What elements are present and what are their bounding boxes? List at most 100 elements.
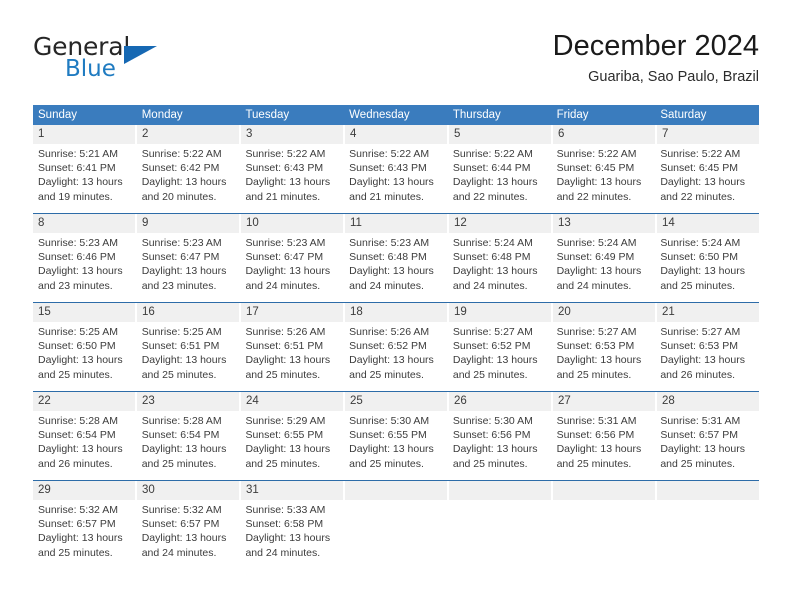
week-detail-row: Sunrise: 5:25 AM Sunset: 6:50 PM Daylight:… <box>33 322 759 391</box>
sunrise-text: Sunrise: 5:24 AM <box>660 237 741 249</box>
sunrise-text: Sunrise: 5:32 AM <box>141 504 222 516</box>
daylight-text-line2: and 24 minutes. <box>452 279 528 292</box>
day-number[interactable]: 10 <box>241 214 345 233</box>
daylight-text-line2: and 22 minutes. <box>556 190 632 203</box>
day-number[interactable]: 1 <box>33 125 137 144</box>
sunset-text: Sunset: 6:48 PM <box>349 251 427 264</box>
day-number[interactable]: 14 <box>657 214 759 233</box>
week-detail-row: Sunrise: 5:32 AM Sunset: 6:57 PM Daylight:… <box>33 500 759 569</box>
daylight-text-line1: Daylight: 13 hours <box>349 443 434 456</box>
day-number[interactable]: 30 <box>137 481 241 500</box>
sunset-text: Sunset: 6:41 PM <box>38 162 116 175</box>
day-number[interactable]: 22 <box>33 392 137 411</box>
day-number[interactable]: 6 <box>553 125 657 144</box>
day-number[interactable]: 25 <box>345 392 449 411</box>
calendar-grid: Sunday Monday Tuesday Wednesday Thursday… <box>33 105 759 569</box>
day-cell: Sunrise: 5:22 AM Sunset: 6:44 PM Daylight:… <box>448 144 552 213</box>
day-number[interactable]: 17 <box>241 303 345 322</box>
daylight-text-line1: Daylight: 13 hours <box>38 443 123 456</box>
day-number[interactable]: 2 <box>137 125 241 144</box>
daylight-text-line1: Daylight: 13 hours <box>556 443 642 456</box>
sunrise-text: Sunrise: 5:31 AM <box>556 415 637 427</box>
day-number[interactable]: 13 <box>553 214 657 233</box>
day-number[interactable]: 31 <box>241 481 345 500</box>
sunrise-text: Sunrise: 5:32 AM <box>38 504 118 516</box>
day-cell: Sunrise: 5:31 AM Sunset: 6:56 PM Daylight:… <box>552 411 656 480</box>
sunset-text: Sunset: 6:50 PM <box>38 340 116 353</box>
day-number[interactable]: 19 <box>449 303 553 322</box>
day-number[interactable]: 23 <box>137 392 241 411</box>
sunset-text: Sunset: 6:55 PM <box>349 429 427 442</box>
location-subtitle: Guariba, Sao Paulo, Brazil <box>588 69 759 85</box>
daylight-text-line1: Daylight: 13 hours <box>452 443 538 456</box>
day-cell: Sunrise: 5:28 AM Sunset: 6:54 PM Daylight:… <box>137 411 241 480</box>
sunrise-text: Sunrise: 5:30 AM <box>452 415 533 427</box>
sunset-text: Sunset: 6:51 PM <box>141 340 220 353</box>
day-number[interactable]: 7 <box>657 125 759 144</box>
sunset-text: Sunset: 6:56 PM <box>452 429 531 442</box>
sunset-text: Sunset: 6:47 PM <box>141 251 220 264</box>
day-number[interactable]: 3 <box>241 125 345 144</box>
calendar-page: General Blue December 2024 Guariba, Sao … <box>0 0 792 612</box>
daylight-text-line1: Daylight: 13 hours <box>349 354 434 367</box>
calendar-week-row: 1 2 3 4 5 6 7 Sunrise: 5:21 AM Sunset: 6:41 PM Da… <box>33 125 759 213</box>
day-number[interactable]: 15 <box>33 303 137 322</box>
day-number[interactable]: 5 <box>449 125 553 144</box>
day-cell: Sunrise: 5:27 AM Sunset: 6:53 PM Daylight:… <box>655 322 759 391</box>
weekday-header-monday: Monday <box>141 109 183 121</box>
day-cell: Sunrise: 5:25 AM Sunset: 6:51 PM Daylight:… <box>137 322 241 391</box>
week-daynumber-row: 22 23 24 25 26 27 28 <box>33 392 759 411</box>
daylight-text-line1: Daylight: 13 hours <box>452 265 538 278</box>
day-number[interactable]: 11 <box>345 214 449 233</box>
sunrise-text: Sunrise: 5:27 AM <box>660 326 741 338</box>
day-number[interactable]: 8 <box>33 214 137 233</box>
daylight-text-line2: and 25 minutes. <box>245 457 321 470</box>
day-number[interactable]: 4 <box>345 125 449 144</box>
daylight-text-line1: Daylight: 13 hours <box>38 532 123 545</box>
day-number[interactable]: 26 <box>449 392 553 411</box>
day-cell: Sunrise: 5:32 AM Sunset: 6:57 PM Daylight:… <box>33 500 137 569</box>
daylight-text-line1: Daylight: 13 hours <box>556 265 642 278</box>
triangle-flag-icon <box>124 46 157 64</box>
day-cell: Sunrise: 5:23 AM Sunset: 6:48 PM Daylight:… <box>344 233 448 302</box>
sunset-text: Sunset: 6:50 PM <box>660 251 738 264</box>
daylight-text-line2: and 25 minutes. <box>556 457 632 470</box>
daylight-text-line2: and 25 minutes. <box>141 457 217 470</box>
day-number[interactable]: 27 <box>553 392 657 411</box>
day-number[interactable]: 21 <box>657 303 759 322</box>
day-number[interactable]: 28 <box>657 392 759 411</box>
day-number[interactable]: 18 <box>345 303 449 322</box>
day-cell: Sunrise: 5:24 AM Sunset: 6:50 PM Daylight:… <box>655 233 759 302</box>
daylight-text-line2: and 25 minutes. <box>452 368 528 381</box>
sunrise-text: Sunrise: 5:29 AM <box>245 415 326 427</box>
weekday-header-wednesday: Wednesday <box>349 109 410 121</box>
week-daynumber-row: 29 30 31 <box>33 481 759 500</box>
week-daynumber-row: 8 9 10 11 12 13 14 <box>33 214 759 233</box>
daylight-text-line1: Daylight: 13 hours <box>245 443 331 456</box>
daylight-text-line1: Daylight: 13 hours <box>660 265 745 278</box>
day-number[interactable]: 20 <box>553 303 657 322</box>
day-number-empty <box>657 481 759 500</box>
sunset-text: Sunset: 6:44 PM <box>452 162 531 175</box>
week-detail-row: Sunrise: 5:28 AM Sunset: 6:54 PM Daylight:… <box>33 411 759 480</box>
day-cell: Sunrise: 5:29 AM Sunset: 6:55 PM Daylight:… <box>240 411 344 480</box>
day-number[interactable]: 29 <box>33 481 137 500</box>
day-cell-empty <box>448 500 552 569</box>
sunset-text: Sunset: 6:47 PM <box>245 251 324 264</box>
sunrise-text: Sunrise: 5:24 AM <box>452 237 533 249</box>
daylight-text-line2: and 24 minutes. <box>349 279 424 292</box>
day-number[interactable]: 9 <box>137 214 241 233</box>
day-cell: Sunrise: 5:22 AM Sunset: 6:43 PM Daylight:… <box>344 144 448 213</box>
daylight-text-line1: Daylight: 13 hours <box>349 265 434 278</box>
day-cell: Sunrise: 5:24 AM Sunset: 6:49 PM Daylight:… <box>552 233 656 302</box>
sunrise-text: Sunrise: 5:23 AM <box>349 237 430 249</box>
daylight-text-line1: Daylight: 13 hours <box>660 176 745 189</box>
day-number[interactable]: 12 <box>449 214 553 233</box>
daylight-text-line2: and 25 minutes. <box>349 457 424 470</box>
day-number[interactable]: 24 <box>241 392 345 411</box>
generalblue-logo[interactable]: General Blue <box>33 32 163 88</box>
sunset-text: Sunset: 6:57 PM <box>38 518 116 531</box>
daylight-text-line2: and 21 minutes. <box>245 190 321 203</box>
day-number[interactable]: 16 <box>137 303 241 322</box>
daylight-text-line2: and 19 minutes. <box>38 190 113 203</box>
